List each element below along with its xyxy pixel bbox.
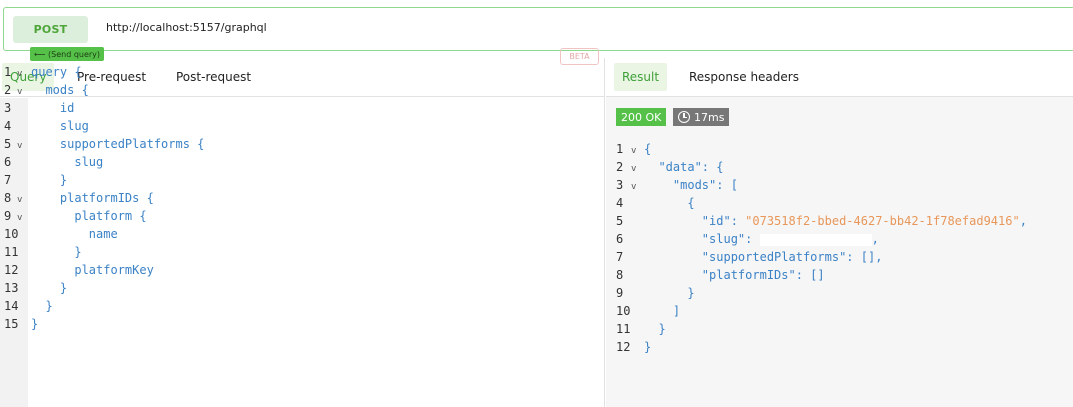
method-selector-button[interactable]: POST [13,16,88,43]
code-line: 10 name [0,225,605,243]
code-text: platformKey [31,263,154,277]
response-pane: Result Response headers 200 OK 17ms 1 v{2… [606,58,1073,407]
response-text: "id": "073518f2-bbed-4627-bb42-1f78efad9… [644,214,1027,228]
code-line: 3 id [0,99,605,117]
response-line: 6 "slug": , [606,230,1073,248]
response-line: 7 "supportedPlatforms": [], [606,248,1073,266]
response-time-badge: 17ms [673,108,730,126]
line-number: 13 [4,281,19,295]
line-number: 8 [616,268,624,282]
line-number: 10 [4,227,19,241]
clock-icon [678,111,690,123]
code-text: platform { [31,209,147,223]
line-number: 9 [4,209,12,223]
line-number: 12 [616,340,631,354]
response-line: 4 { [606,194,1073,212]
url-bar: POST http://localhost:5157/graphql [3,7,1073,51]
response-line: 12} [606,338,1073,356]
code-text: query { [31,65,82,79]
line-number: 1 [616,142,624,156]
code-text: } [31,281,68,295]
line-number: 12 [4,263,19,277]
code-line: 14 } [0,297,605,315]
response-line: 1 v{ [606,140,1073,158]
line-number: 14 [4,299,19,313]
response-text: "mods": [ [644,178,738,192]
code-line: 8v platformIDs { [0,189,605,207]
response-text: { [644,196,695,210]
code-text: slug [31,119,89,133]
response-time-label: 17ms [694,110,725,124]
send-query-button[interactable]: ⟵ (Send query) [30,47,105,61]
line-number: 8 [4,191,12,205]
line-number: 6 [616,232,624,246]
response-line: 10 ] [606,302,1073,320]
line-number: 10 [616,304,631,318]
line-number: 11 [4,245,19,259]
code-text: name [31,227,118,241]
line-number: 2 [616,160,624,174]
response-text: "data": { [644,160,724,174]
line-number: 7 [4,173,12,187]
code-text: mods { [31,83,89,97]
code-line: 11 } [0,243,605,261]
code-line: 12 platformKey [0,261,605,279]
code-line: 13 } [0,279,605,297]
code-text: } [31,173,68,187]
response-text: "platformIDs": [] [644,268,825,282]
code-text: id [31,101,75,115]
code-line: 7 } [0,171,605,189]
response-line: 11 } [606,320,1073,338]
code-text: } [31,317,39,331]
line-number: 6 [4,155,12,169]
tab-response-headers[interactable]: Response headers [681,63,807,91]
code-text: } [31,299,53,313]
response-code-viewer: 1 v{2 v "data": {3 v "mods": [4 {5 "id": "0… [606,140,1073,356]
line-number: 5 [4,137,12,151]
response-text: { [644,142,652,156]
response-tabs: Result Response headers [606,58,1073,97]
line-number: 4 [4,119,12,133]
code-line: 15} [0,315,605,333]
code-line: 1 v query { [0,63,605,81]
line-number: 3 [616,178,624,192]
redacted-value [759,233,872,246]
response-text: "slug": , [644,232,879,246]
code-line: 5v supportedPlatforms { [0,135,605,153]
code-text: platformIDs { [31,191,154,205]
string-value: "073518f2-bbed-4627-bb42-1f78efad9416" [745,214,1020,228]
code-line: 6 slug [0,153,605,171]
code-line: 2v mods { [0,81,605,99]
line-number: 4 [616,196,624,210]
code-line: 4 slug [0,117,605,135]
code-text: supportedPlatforms { [31,137,205,151]
status-badge: 200 OK [616,108,667,126]
line-number: 15 [4,317,19,331]
line-number: 7 [616,250,624,264]
response-text: } [644,286,695,300]
line-number: 11 [616,322,631,336]
response-text: } [644,322,666,336]
response-line: 9 } [606,284,1073,302]
code-text: } [31,245,82,259]
response-line: 5 "id": "073518f2-bbed-4627-bb42-1f78efa… [606,212,1073,230]
line-number: 2 [4,83,12,97]
line-number: 5 [616,214,624,228]
line-number: 3 [4,101,12,115]
url-input[interactable]: http://localhost:5157/graphql [106,21,267,34]
line-number: 9 [616,286,624,300]
response-text: "supportedPlatforms": [], [644,250,883,264]
code-text: slug [31,155,104,169]
code-line: 9v platform { [0,207,605,225]
response-line: 2v "data": { [606,158,1073,176]
tab-result[interactable]: Result [614,63,668,91]
response-text: ] [644,304,681,318]
response-line: 3v "mods": [ [606,176,1073,194]
response-text: } [644,340,652,354]
line-number: 1 [4,65,12,79]
query-code-editor[interactable]: 1 v query {2 v mods {3 id 4 slug 5 v supported… [0,63,605,333]
response-line: 8 "platformIDs": [] [606,266,1073,284]
